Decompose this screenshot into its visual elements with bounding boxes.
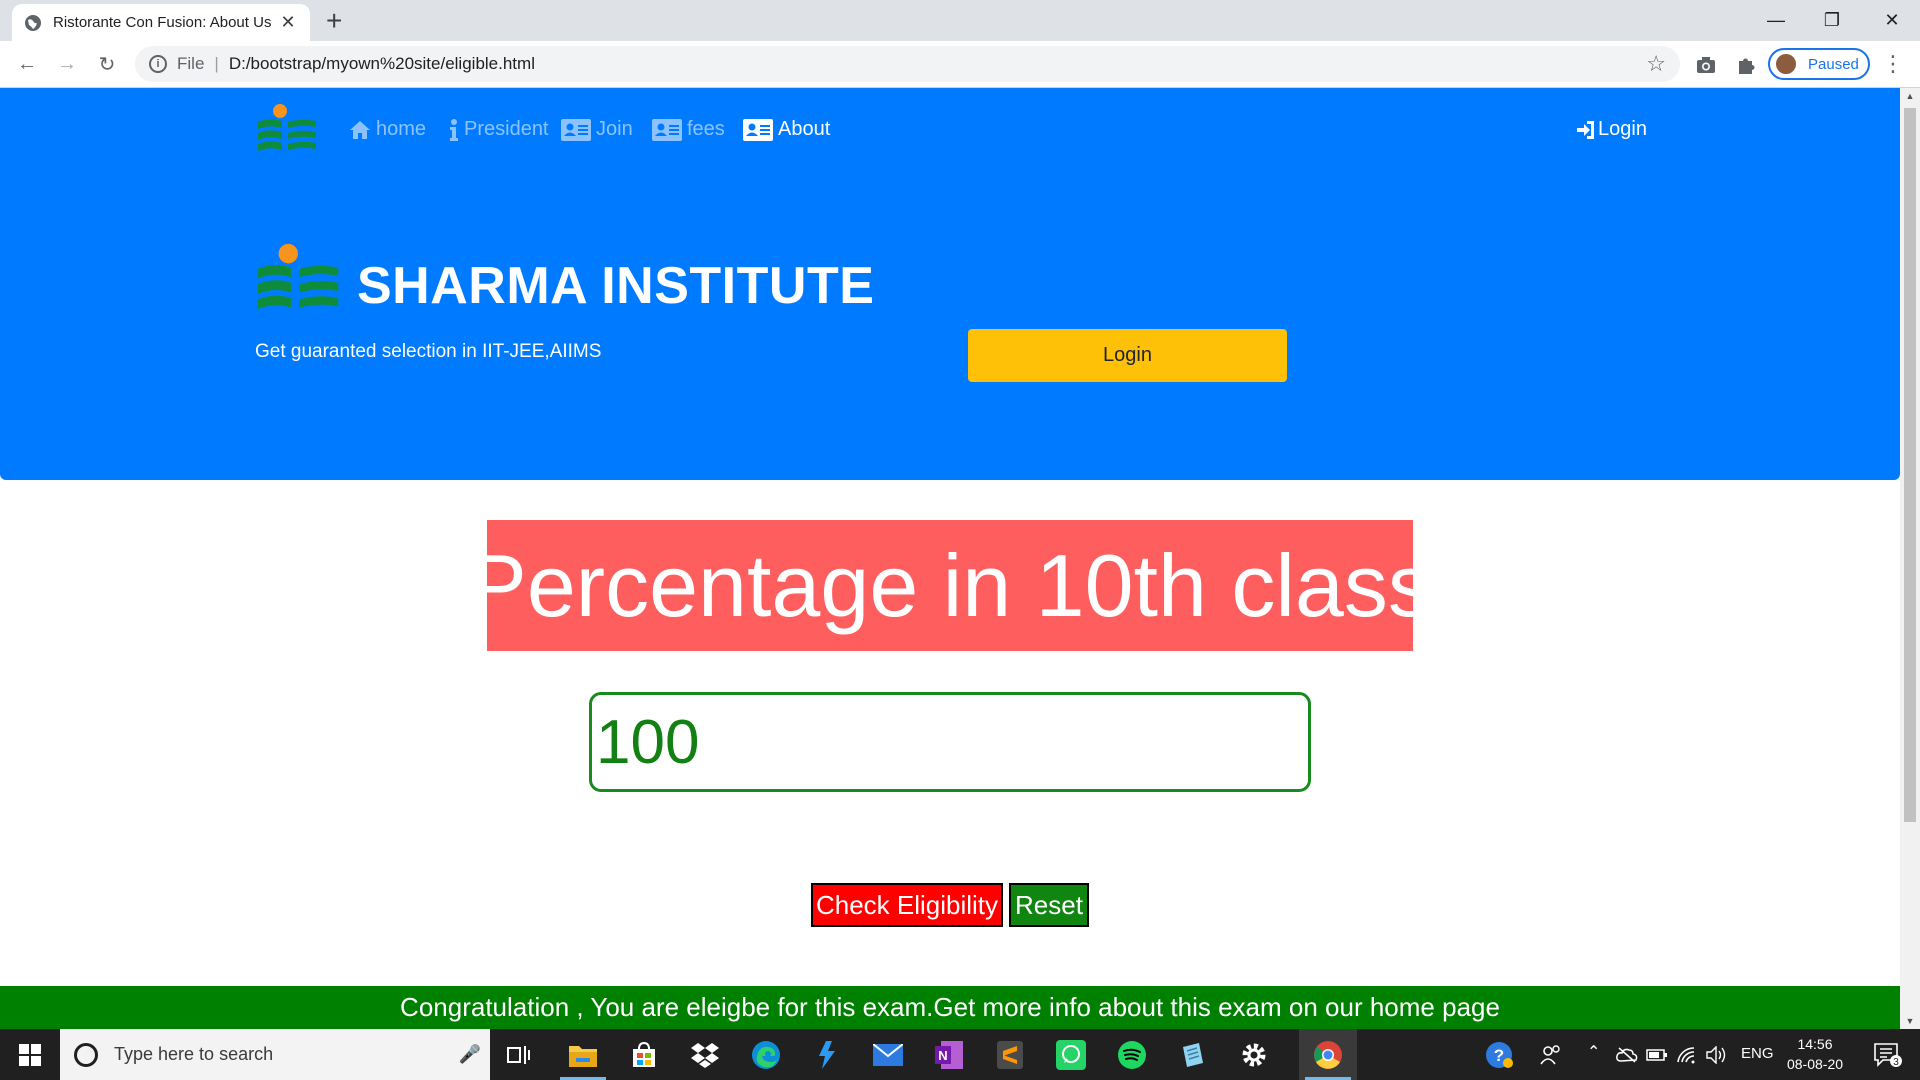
sublime-text-icon[interactable] [981, 1029, 1039, 1080]
nav-login-link[interactable]: Login [1577, 118, 1647, 141]
globe-icon [25, 14, 41, 31]
site-navbar: home President Join fees About Login [0, 88, 1900, 174]
url-scheme: File [177, 54, 205, 73]
browser-tab[interactable]: Ristorante Con Fusion: About Us ✕ [12, 4, 310, 41]
nav-home[interactable]: home [349, 118, 426, 141]
nav-about[interactable]: About [743, 118, 830, 141]
notepad-icon[interactable] [1164, 1029, 1222, 1080]
scroll-down-arrow-icon[interactable]: ▼ [1900, 1013, 1920, 1029]
check-eligibility-button[interactable]: Check Eligibility [811, 883, 1003, 927]
url-text[interactable]: D:/bootstrap/myown%20site/eligible.html [229, 54, 535, 74]
percentage-input[interactable]: 100 [589, 692, 1311, 792]
institute-logo[interactable] [256, 104, 318, 156]
close-tab-icon[interactable]: ✕ [278, 12, 298, 33]
onenote-icon[interactable]: N [920, 1029, 978, 1080]
close-window-button[interactable]: ✕ [1864, 0, 1920, 41]
institute-title: SHARMA INSTITUTE [357, 257, 875, 315]
nav-fees[interactable]: fees [652, 118, 725, 141]
windows-taskbar: Type here to search 🎤 N ? ⌃ ENG 14:56 08… [0, 1029, 1920, 1080]
scroll-up-arrow-icon[interactable]: ▲ [1900, 88, 1920, 104]
nav-fees-label: fees [687, 118, 725, 140]
home-icon [350, 120, 370, 139]
minimize-button[interactable]: — [1748, 0, 1804, 41]
percentage-heading: Percentage in 10th class [468, 520, 1432, 651]
windows-logo-icon [19, 1043, 41, 1066]
extensions-puzzle-icon[interactable] [1728, 47, 1762, 81]
tab-title: Ristorante Con Fusion: About Us [53, 14, 272, 31]
nav-president[interactable]: President [449, 118, 549, 141]
restore-button[interactable]: ❐ [1804, 0, 1860, 41]
clock-date: 08-08-20 [1786, 1056, 1844, 1072]
svg-text:?: ? [1494, 1046, 1504, 1065]
taskbar-search-box[interactable]: Type here to search 🎤 [60, 1029, 490, 1080]
site-info-icon[interactable]: i [149, 55, 167, 73]
whatsapp-icon[interactable] [1042, 1029, 1100, 1080]
jumbotron-header: SHARMA INSTITUTE Get guaranted selection… [0, 174, 1900, 480]
cortana-icon [74, 1042, 98, 1067]
battery-icon[interactable] [1642, 1029, 1672, 1080]
forward-icon[interactable]: → [50, 47, 84, 81]
nav-president-label: President [464, 118, 549, 140]
microphone-icon[interactable]: 🎤 [450, 1044, 490, 1065]
people-icon[interactable] [1526, 1029, 1576, 1080]
nav-join-label: Join [596, 118, 633, 140]
input-language[interactable]: ENG [1741, 1045, 1774, 1062]
browser-toolbar: ← → ↻ i File | D:/bootstrap/myown%20site… [0, 41, 1920, 88]
taskbar-clock[interactable]: 14:56 08-08-20 [1775, 1034, 1855, 1074]
edge-browser-icon[interactable] [737, 1029, 795, 1080]
notification-count: 3 [1893, 1057, 1899, 1068]
mail-icon[interactable] [859, 1029, 917, 1080]
chrome-icon[interactable] [1299, 1029, 1357, 1080]
id-card-icon [652, 118, 682, 141]
browser-tabstrip: Ristorante Con Fusion: About Us ✕ + — ❐ … [0, 0, 1920, 41]
back-icon[interactable]: ← [10, 47, 44, 81]
new-tab-button[interactable]: + [326, 6, 342, 36]
profile-button[interactable]: Paused [1768, 48, 1870, 80]
spotify-icon[interactable] [1103, 1029, 1161, 1080]
avatar [1774, 52, 1798, 76]
microsoft-store-icon[interactable] [615, 1029, 673, 1080]
search-placeholder: Type here to search [114, 1044, 274, 1064]
info-icon [450, 118, 458, 141]
clock-time: 14:56 [1797, 1036, 1833, 1052]
nav-home-label: home [376, 118, 427, 140]
login-button[interactable]: Login [968, 329, 1287, 382]
reload-icon[interactable]: ↻ [90, 47, 124, 81]
settings-gear-icon[interactable] [1225, 1029, 1283, 1080]
id-card-icon [561, 118, 591, 141]
id-card-icon [743, 118, 773, 141]
sign-in-icon [1577, 120, 1594, 139]
profile-status: Paused [1808, 55, 1859, 73]
browser-menu-icon[interactable]: ⋮ [1876, 47, 1910, 81]
show-hidden-icons-chevron-icon[interactable]: ⌃ [1587, 1042, 1600, 1062]
page-scrollbar[interactable]: ▲ ▼ [1900, 88, 1920, 1029]
start-button[interactable] [0, 1029, 60, 1080]
nav-about-label: About [778, 118, 831, 140]
notifications-icon[interactable]: 3 [1862, 1029, 1914, 1080]
dropbox-icon[interactable] [676, 1029, 734, 1080]
institute-logo-large [257, 243, 339, 310]
institute-tagline: Get guaranted selection in IIT-JEE,AIIMS [255, 341, 602, 362]
result-message: Congratulation , You are eleigbe for thi… [0, 986, 1900, 1029]
wifi-icon[interactable] [1672, 1029, 1702, 1080]
reset-button[interactable]: Reset [1009, 883, 1089, 927]
file-explorer-icon[interactable] [554, 1029, 612, 1080]
svg-text:N: N [938, 1048, 947, 1063]
nav-login-label: Login [1598, 118, 1647, 140]
help-icon[interactable]: ? [1472, 1029, 1526, 1080]
camera-icon[interactable] [1688, 47, 1722, 81]
volume-icon[interactable] [1702, 1029, 1732, 1080]
task-view-icon[interactable] [490, 1029, 548, 1080]
address-bar[interactable]: i File | D:/bootstrap/myown%20site/eligi… [135, 46, 1680, 82]
url-separator: | [214, 54, 219, 73]
bookmark-star-icon[interactable]: ☆ [1646, 51, 1666, 77]
scrollbar-thumb[interactable] [1904, 108, 1916, 822]
page-viewport: home President Join fees About Login SHA… [0, 88, 1900, 1029]
nav-join[interactable]: Join [561, 118, 633, 141]
onedrive-offline-icon[interactable] [1612, 1029, 1642, 1080]
visual-studio-code-icon[interactable] [798, 1029, 856, 1080]
